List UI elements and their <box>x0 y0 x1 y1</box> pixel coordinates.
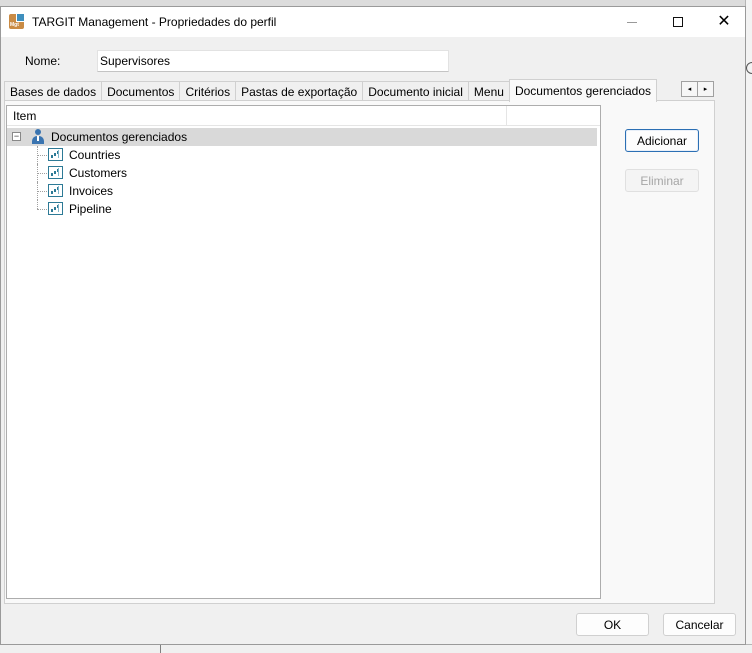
app-logo-icon: Mgt <box>9 13 25 29</box>
tree-item-countries[interactable]: Countries <box>7 146 597 164</box>
ok-button[interactable]: OK <box>576 613 649 636</box>
tree-header: Item <box>7 106 600 126</box>
tree-root-label: Documentos gerenciados <box>51 130 188 144</box>
maximize-icon <box>673 17 683 27</box>
add-button[interactable]: Adicionar <box>625 129 699 152</box>
tree-item-label: Countries <box>69 148 121 162</box>
tree-item-label: Customers <box>69 166 128 180</box>
tab-criterios[interactable]: Critérios <box>179 81 237 101</box>
tab-documentos[interactable]: Documentos <box>101 81 181 101</box>
maximize-button[interactable] <box>655 7 701 37</box>
tab-scroll-left-button[interactable]: ◂ <box>681 81 698 97</box>
name-label: Nome: <box>25 54 61 68</box>
title-bar[interactable]: Mgt TARGIT Management - Propriedades do … <box>1 7 745 37</box>
user-icon <box>31 129 45 144</box>
tab-pastas-de-exportacao[interactable]: Pastas de exportação <box>235 81 364 101</box>
tab-panel-documentos-gerenciados: Item − Documentos gerenciados Countries <box>4 100 715 604</box>
tab-menu[interactable]: Menu <box>467 81 510 101</box>
managed-documents-tree[interactable]: Item − Documentos gerenciados Countries <box>6 105 601 599</box>
minimize-icon <box>627 21 637 23</box>
document-icon <box>48 202 63 215</box>
tab-strip: Bases de dados Documentos Critérios Past… <box>4 79 658 102</box>
tree-item-label: Pipeline <box>69 202 112 216</box>
remove-button[interactable]: Eliminar <box>625 169 699 192</box>
name-input[interactable] <box>97 50 449 72</box>
background-window-edge <box>745 0 752 653</box>
tab-scroll-buttons: ◂ ▸ <box>681 81 714 97</box>
tab-bases-de-dados[interactable]: Bases de dados <box>4 81 103 101</box>
tab-documentos-gerenciados[interactable]: Documentos gerenciados <box>508 79 658 102</box>
background-window-bottom <box>0 644 752 653</box>
document-icon <box>48 166 63 179</box>
close-icon: ✕ <box>717 13 731 30</box>
column-header-item[interactable]: Item <box>7 106 507 125</box>
close-button[interactable]: ✕ <box>701 7 747 37</box>
cancel-button[interactable]: Cancelar <box>663 613 736 636</box>
app-logo-text: Mgt <box>10 22 19 28</box>
document-icon <box>48 148 63 161</box>
window-title: TARGIT Management - Propriedades do perf… <box>32 15 277 29</box>
background-icon-fragment <box>746 62 752 74</box>
tree-root-row[interactable]: − Documentos gerenciados <box>7 128 597 146</box>
tree-item-invoices[interactable]: Invoices <box>7 182 597 200</box>
tree-item-customers[interactable]: Customers <box>7 164 597 182</box>
document-icon <box>48 184 63 197</box>
tree-item-label: Invoices <box>69 184 114 198</box>
tree-item-pipeline[interactable]: Pipeline <box>7 200 597 218</box>
profile-properties-dialog: Mgt TARGIT Management - Propriedades do … <box>0 6 746 645</box>
background-divider <box>160 645 161 653</box>
tab-scroll-right-button[interactable]: ▸ <box>697 81 714 97</box>
minimize-button[interactable] <box>609 7 655 37</box>
tab-documento-inicial[interactable]: Documento inicial <box>362 81 469 101</box>
collapse-toggle[interactable]: − <box>12 132 21 141</box>
